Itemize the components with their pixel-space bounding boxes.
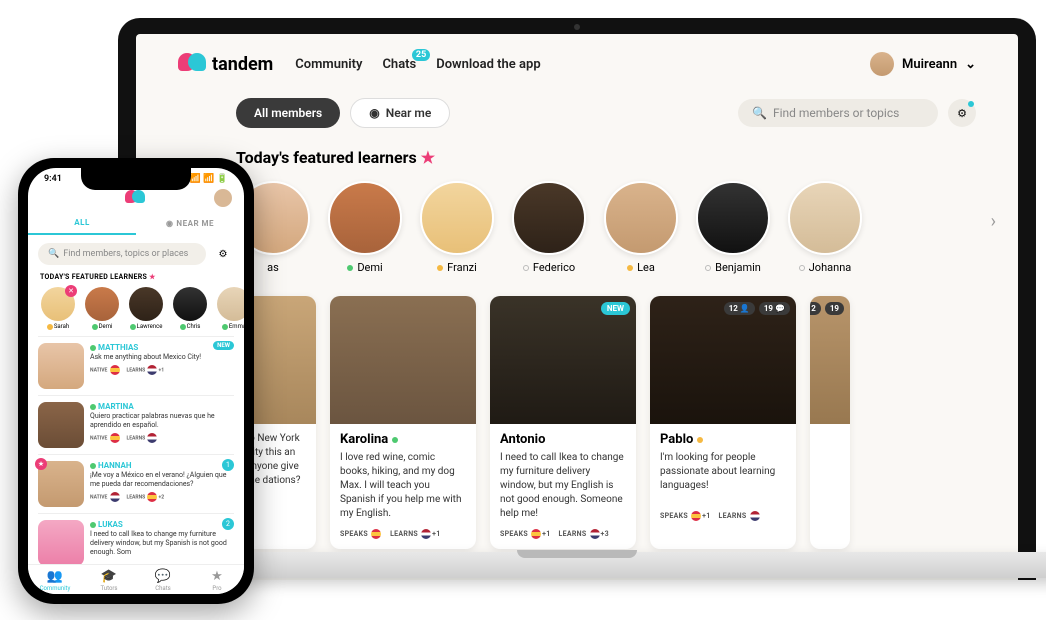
featured-item[interactable]: Lawrence [126,287,166,330]
search-input[interactable]: 🔍 Find members or topics [738,99,938,127]
message-badge: 2 [222,518,234,530]
card-desc: I love red wine, comic books, hiking, an… [340,451,466,521]
star-icon: ★ [35,458,47,470]
location-icon: ◉ [166,219,173,228]
nav-community[interactable]: Community [295,57,362,72]
card-langs: SPEAKS +1LEARNS [660,511,786,521]
phone-mockup: 9:41 📶 📶 🔋 ALL ◉NEAR ME 🔍 Find members, t… [18,158,254,604]
user-name: Muireann [902,57,957,72]
sliders-icon: ⚙ [219,249,228,260]
section-title: TODAY'S FEATURED LEARNERS ★ [28,271,244,283]
logo-icon [178,53,208,75]
close-icon: ✕ [65,285,77,297]
star-icon: ★ [190,569,244,584]
featured-row: ✕Sarah Demi Lawrence Chris Emma [28,283,244,336]
star-icon: ★ [421,148,435,167]
section-title: Today's featured learners ★ [178,148,976,167]
nav-chats[interactable]: Chats 25 [382,57,416,72]
list-item[interactable]: ★ HANNAH ¡Me voy a México en el verano! … [38,454,234,513]
chats-badge: 25 [412,49,430,61]
member-card[interactable]: 12 👤 19 💬 Pablo I'm looking for people pa… [650,296,796,549]
card-langs: SPEAKS LEARNS +1 [340,529,466,539]
featured-item[interactable]: Demi [328,181,402,274]
list-item[interactable]: MARTINA Quiero practicar palabras nuevas… [38,395,234,454]
avatar [870,52,894,76]
header: tandem Community Chats 25 Download the a… [178,52,976,76]
chevron-down-icon: ⌄ [965,57,976,72]
toolbar: All members ◉ Near me 🔍 Find members or … [178,98,976,128]
tab-all[interactable]: ALL [28,212,136,235]
featured-item[interactable]: ✕Sarah [38,287,78,330]
filter-button[interactable]: ⚙ [948,99,976,127]
search-icon: 🔍 [752,106,767,120]
tab-near-me[interactable]: ◉NEAR ME [136,212,244,235]
bottom-nav: 👥Community 🎓Tutors 💬Chats ★Pro [28,564,244,594]
featured-item[interactable]: Johanna [788,181,862,274]
chevron-right-icon[interactable]: › [991,211,996,232]
card-desc: I'm looking for people passionate about … [660,451,786,503]
message-badge: 1 [222,459,234,471]
avatar[interactable] [214,189,232,207]
card-langs: SPEAKS +1LEARNS +3 [500,529,626,539]
pill-near-me[interactable]: ◉ Near me [350,98,450,128]
member-card[interactable]: 1219 [810,296,850,549]
search-placeholder: Find members or topics [773,106,899,120]
filter-button[interactable]: ⚙ [212,243,234,265]
featured-item[interactable]: Benjamin [696,181,770,274]
logo-text: tandem [212,54,273,75]
new-badge: NEW [213,341,234,350]
msg-chip: 19 💬 [759,302,790,315]
featured-item[interactable]: Chris [170,287,210,330]
search-input[interactable]: 🔍 Find members, topics or places [38,243,206,265]
card-name: Pablo [660,432,693,447]
member-list: MATTHIAS Ask me anything about Mexico Ci… [28,336,244,572]
pill-near-label: Near me [386,106,432,120]
nav-tutors[interactable]: 🎓Tutors [82,569,136,592]
nav-download[interactable]: Download the app [436,57,540,72]
card-name: Karolina [340,432,388,447]
featured-item[interactable]: Lea [604,181,678,274]
card-name: Antonio [500,432,545,447]
logo[interactable]: tandem [178,53,273,75]
featured-item[interactable]: Demi [82,287,122,330]
featured-item[interactable]: Franzi [420,181,494,274]
nav-chats[interactable]: 💬Chats [136,569,190,592]
user-menu[interactable]: Muireann ⌄ [870,52,976,76]
nav-community[interactable]: 👥Community [28,569,82,592]
search-icon: 🔍 [48,249,59,259]
search-placeholder: Find members, topics or places [63,249,188,259]
member-card[interactable]: Karolina I love red wine, comic books, h… [330,296,476,549]
featured-item[interactable]: Federico [512,181,586,274]
list-item[interactable]: MATTHIAS Ask me anything about Mexico Ci… [38,336,234,395]
card-desc: to New York City this an anyone give me … [246,432,306,488]
ref-chip: 12 👤 [724,302,755,315]
new-badge: NEW [601,302,630,315]
chat-icon: 💬 [136,569,190,584]
sliders-icon: ⚙ [957,107,967,120]
nav-pro[interactable]: ★Pro [190,569,244,592]
location-icon: ◉ [369,106,379,120]
status-icons: 📶 📶 🔋 [190,174,228,184]
card-desc: I need to call Ikea to change my furnitu… [500,451,626,521]
member-card[interactable]: NEW Antonio I need to call Ikea to chang… [490,296,636,549]
people-icon: 👥 [28,569,82,584]
nav-chats-label: Chats [382,57,416,72]
featured-row: as Demi Franzi Federico Lea Benjamin Joh… [178,181,976,274]
graduation-icon: 🎓 [82,569,136,584]
cards-row: to New York City this an anyone give me … [178,296,976,549]
logo-icon[interactable] [125,190,147,206]
featured-item[interactable]: Emma [214,287,244,330]
status-time: 9:41 [44,174,62,184]
pill-all-members[interactable]: All members [236,98,340,128]
